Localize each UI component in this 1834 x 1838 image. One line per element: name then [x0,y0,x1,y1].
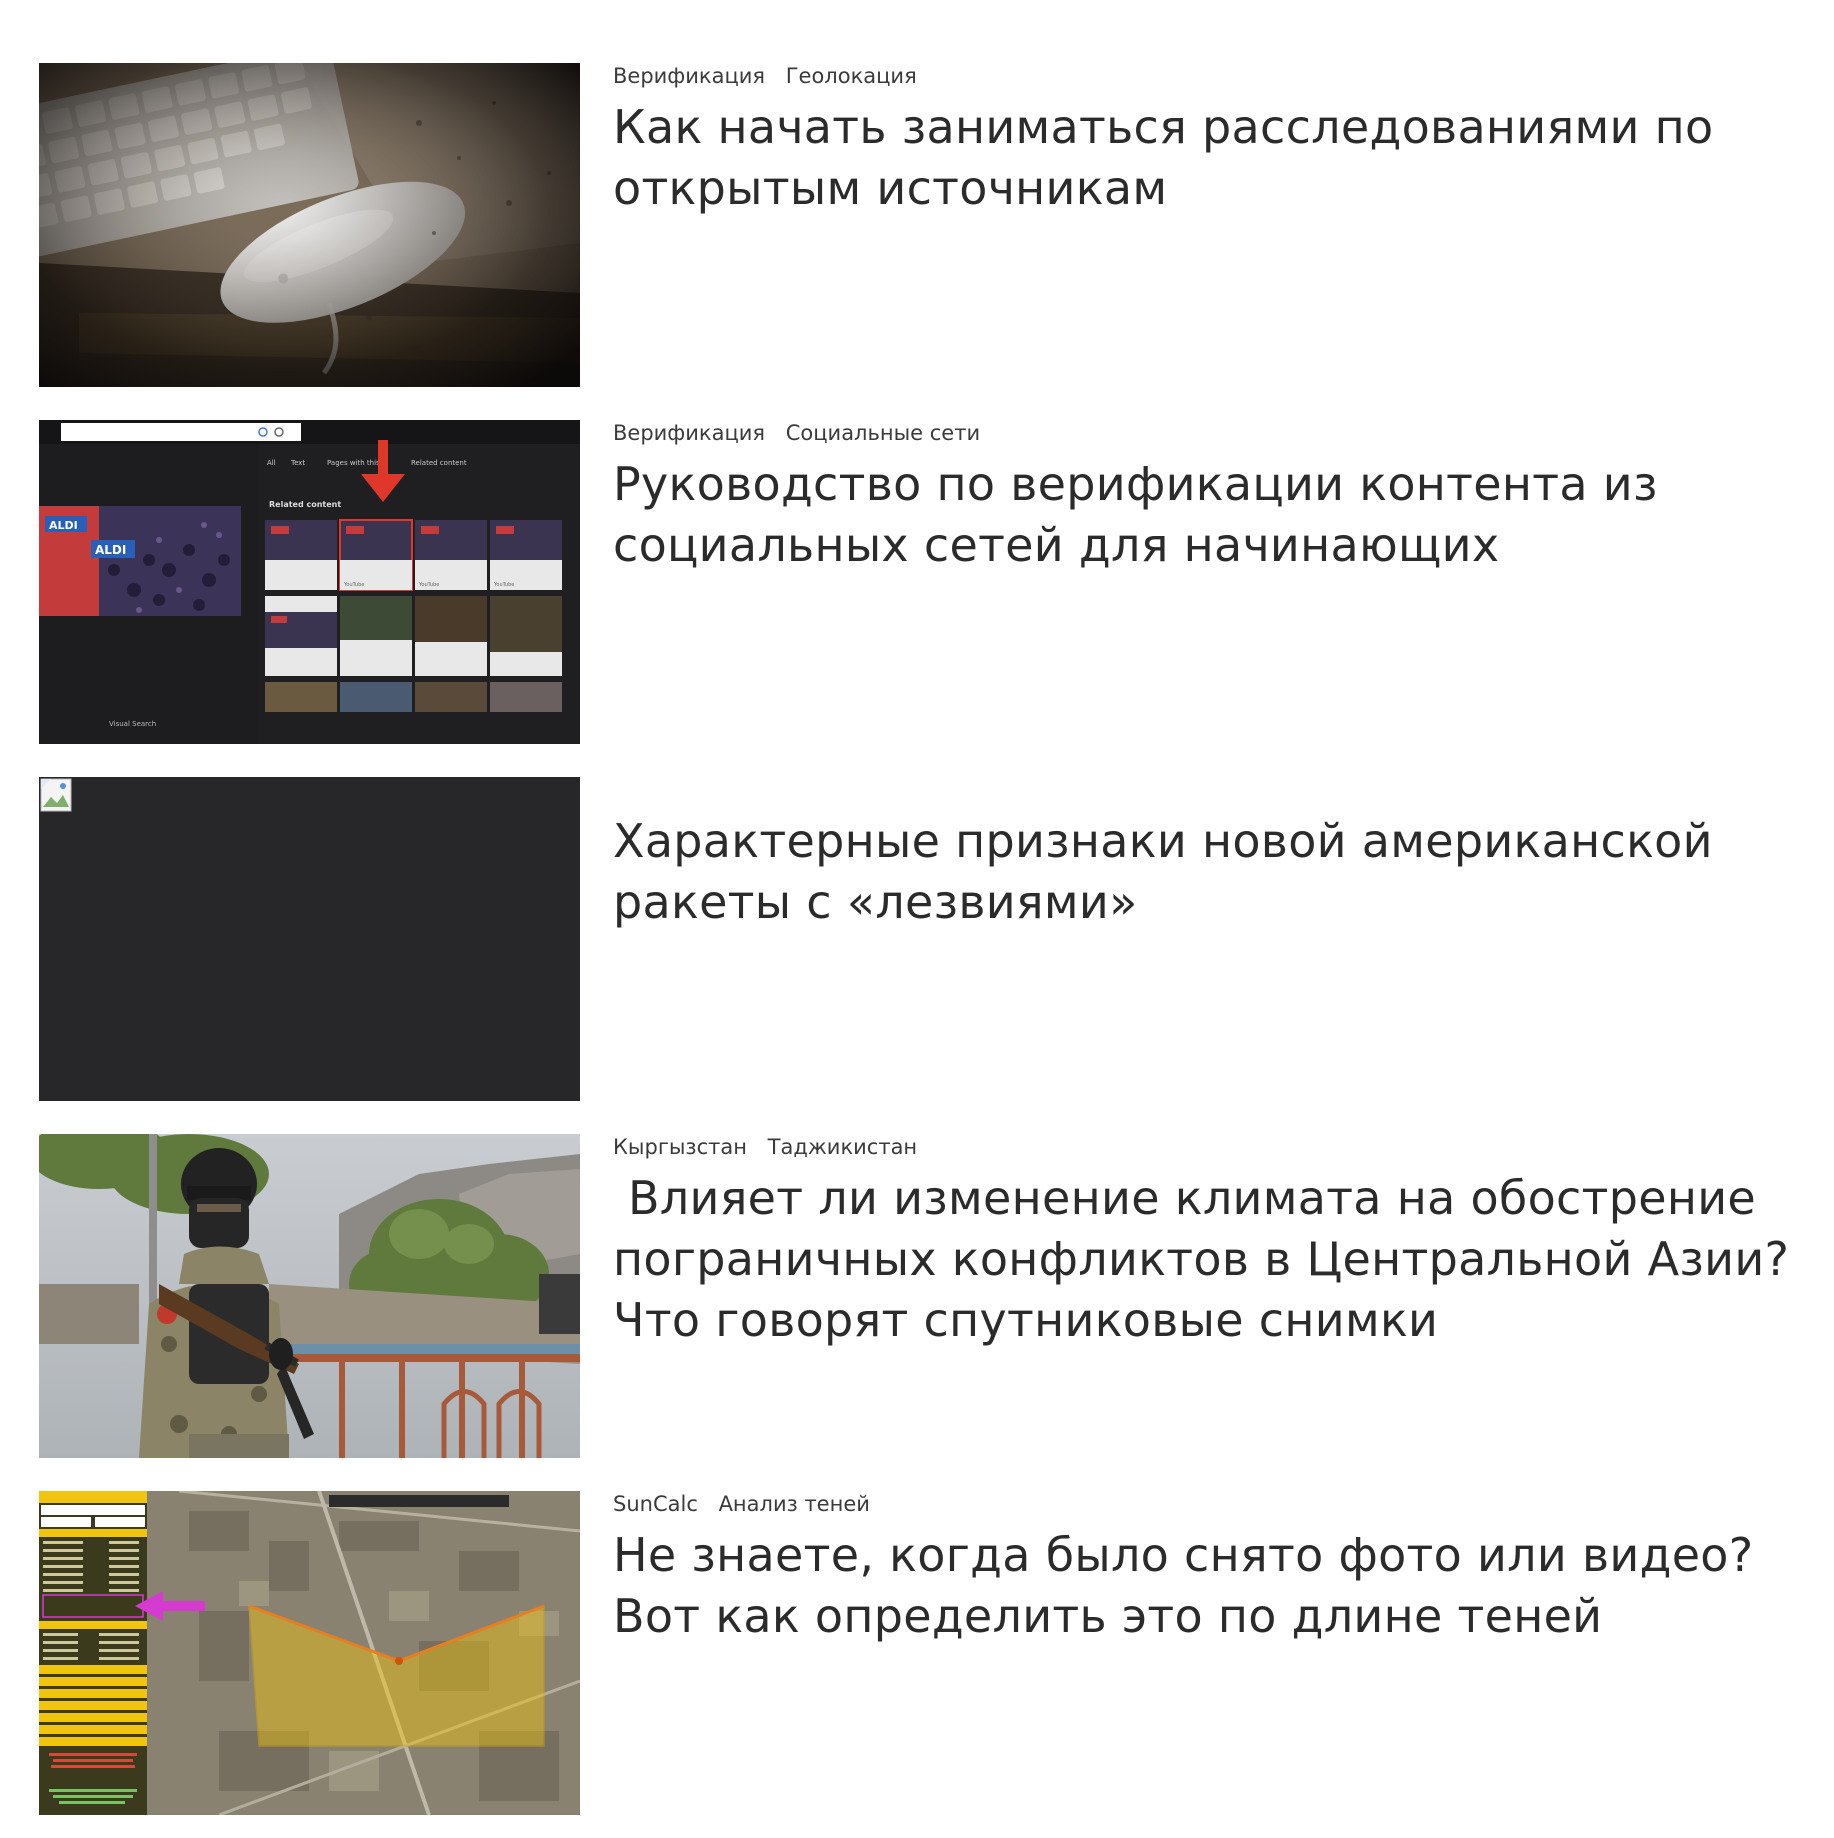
aldi-sign-mid: ALDI [95,543,126,557]
article-thumbnail-link[interactable] [39,777,580,1101]
article-body: SunCalc Анализ теней Не знаете, когда бы… [613,1491,1799,1647]
youtube-source-label: YouTube [418,582,439,588]
article-tags: Верификация Геолокация [613,63,1799,91]
article-card: ALDI ALDI Visual Search All Text Pages w… [39,420,1799,744]
tag-link[interactable]: Верификация [613,63,765,89]
article-body: Верификация Геолокация Как начать занима… [613,63,1799,219]
article-body: Верификация Социальные сети Руководство … [613,420,1799,576]
youtube-source-label: YouTube [343,582,364,588]
article-thumbnail-link[interactable] [39,1134,580,1458]
article-thumbnail-link[interactable] [39,1491,580,1815]
tag-link[interactable]: Таджикистан [768,1134,918,1160]
tag-link[interactable]: Социальные сети [786,420,980,446]
article-title-link[interactable]: Руководство по верификации контента из с… [613,454,1799,576]
youtube-source-label: YouTube [493,582,514,588]
article-card: Верификация Геолокация Как начать занима… [39,63,1799,387]
tag-link[interactable]: SunCalc [613,1491,698,1517]
dark-placeholder-image [39,777,580,1101]
article-card: Характерные признаки новой американской … [39,777,1799,1101]
search-results-screenshot-icon: ALDI ALDI Visual Search All Text Pages w… [39,420,580,744]
article-title-link[interactable]: Характерные признаки новой американской … [613,811,1799,933]
related-content-label: Related content [269,500,341,509]
article-title-link[interactable]: Как начать заниматься расследованиями по… [613,97,1799,219]
article-tags: SunCalc Анализ теней [613,1491,1799,1519]
article-card: Кыргызстан Таджикистан Влияет ли изменен… [39,1134,1799,1458]
thumb-tab-all: All [267,459,276,467]
article-thumbnail-link[interactable] [39,63,580,387]
suncalc-map-screenshot-icon [39,1491,580,1815]
thumb-tab-pages: Pages with this [327,459,380,467]
article-list: Верификация Геолокация Как начать занима… [0,0,1834,1838]
tag-link[interactable]: Анализ теней [719,1491,870,1517]
keyboard-mouse-photo-icon [39,63,580,387]
article-tags: Верификация Социальные сети [613,420,1799,448]
thumb-tab-related: Related content [411,459,467,467]
broken-image-icon [40,778,72,812]
article-tags: Кыргызстан Таджикистан [613,1134,1799,1162]
visual-search-label: Visual Search [109,720,156,728]
thumb-tab-text: Text [290,459,305,467]
article-title-link[interactable]: Не знаете, когда было снято фото или вид… [613,1525,1799,1647]
tag-link[interactable]: Геолокация [786,63,917,89]
tag-link[interactable]: Верификация [613,420,765,446]
article-body: Кыргызстан Таджикистан Влияет ли изменен… [613,1134,1799,1351]
aldi-sign-top: ALDI [49,519,78,532]
article-card: SunCalc Анализ теней Не знаете, когда бы… [39,1491,1799,1815]
article-body: Характерные признаки новой американской … [613,777,1799,933]
article-title-link[interactable]: Влияет ли изменение климата на обострени… [613,1168,1799,1351]
soldier-photo-icon [39,1134,580,1458]
tag-link[interactable]: Кыргызстан [613,1134,747,1160]
article-thumbnail-link[interactable]: ALDI ALDI Visual Search All Text Pages w… [39,420,580,744]
